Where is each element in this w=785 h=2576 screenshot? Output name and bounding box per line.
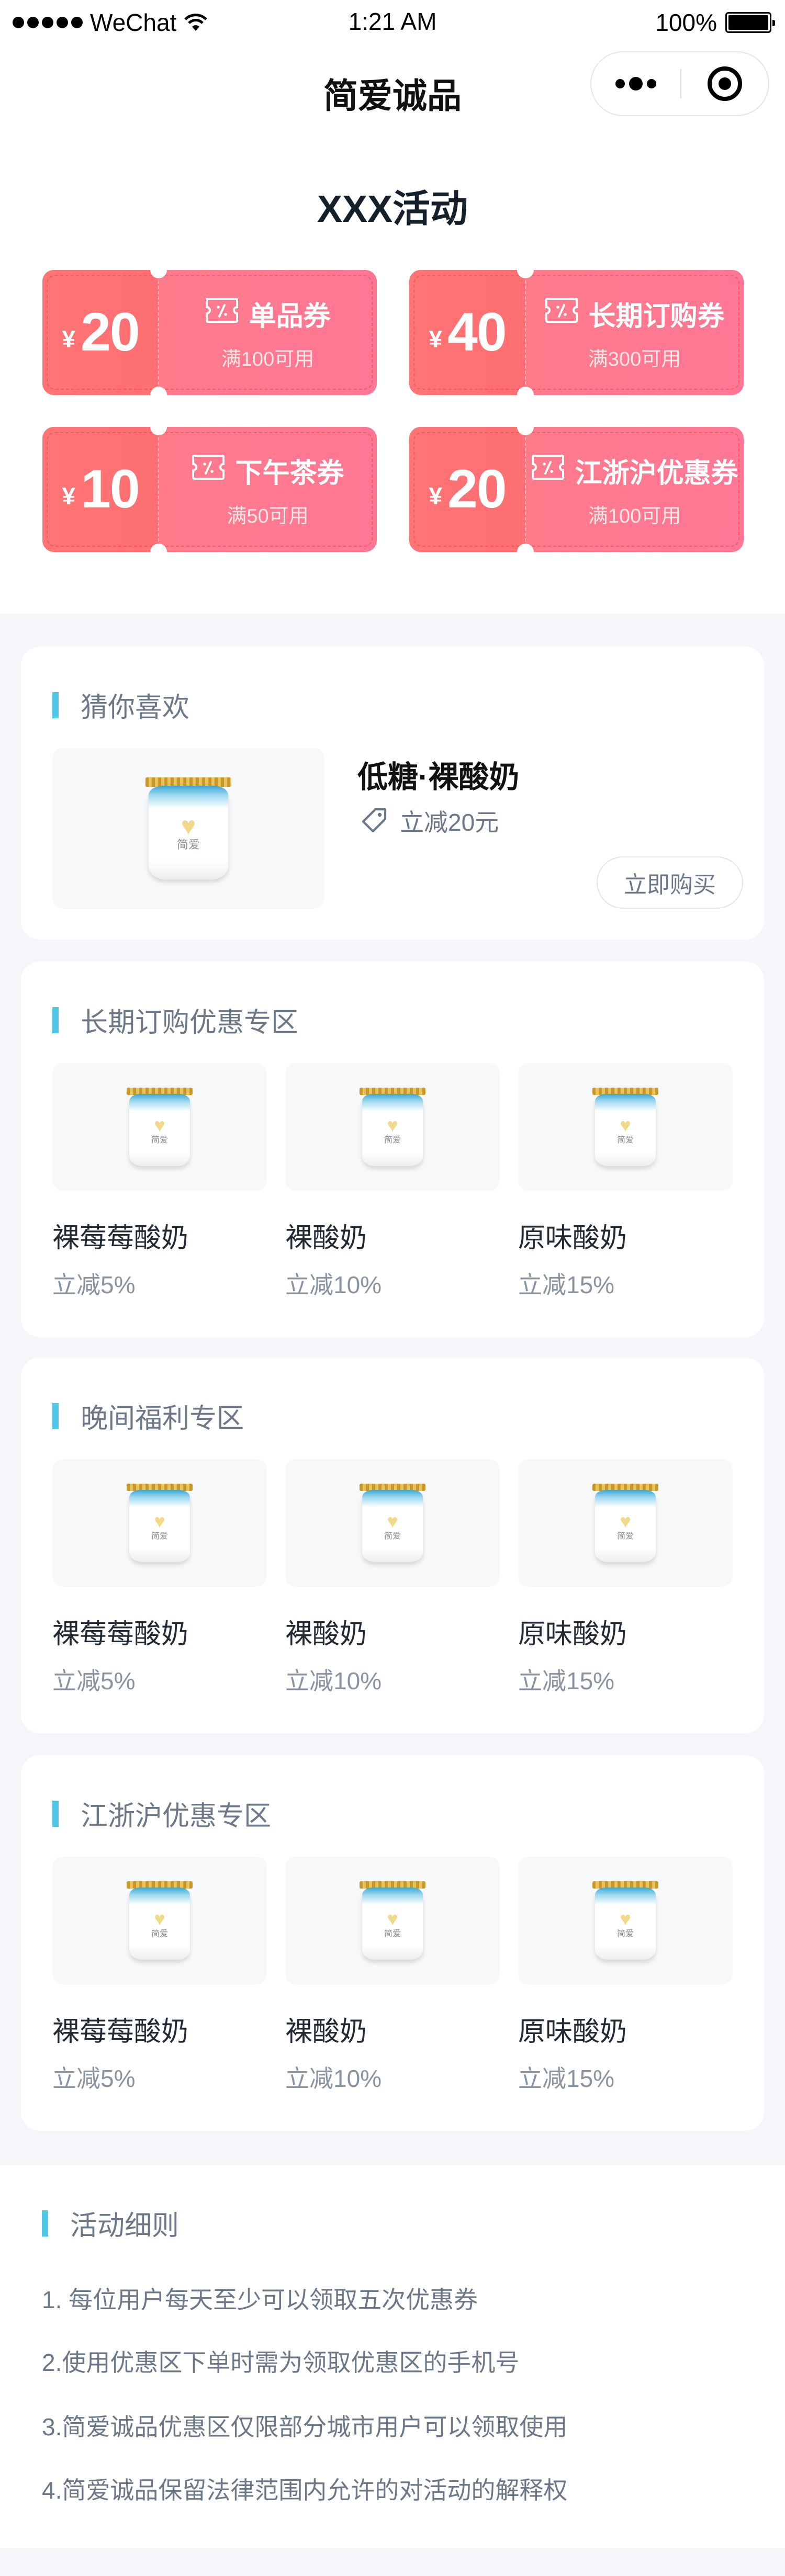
product-name[interactable]: 裸酸奶 [285,2009,367,2049]
promo-section-card: 晚间福利专区 ♥ 简爱 裸莓莓酸奶 立减5% ♥ 简爱 裸酸奶 立减10% ♥ 简爱 … [21,1358,764,1733]
title-accent-bar [52,1007,59,1033]
title-accent-bar [42,2210,48,2236]
coupon-card[interactable]: ¥40 长期订购券 满300可用 [409,270,744,395]
tag-icon [362,808,387,833]
product-discount: 立减15% [518,1271,615,1298]
coupon-condition: 满50可用 [227,505,309,527]
product-image[interactable]: ♥ 简爱 [52,1857,267,1984]
rules-section: 活动细则 1. 每位用户每天至少可以领取五次优惠券 2.使用优惠区下单时需为领取… [0,2165,785,2548]
section-title: 晚间福利专区 [52,1396,244,1436]
product-discount: 立减15% [518,2065,615,2092]
coupon-card[interactable]: ¥10 下午茶券 满50可用 [42,427,377,552]
buy-now-button[interactable]: 立即购买 [597,856,743,909]
close-button[interactable] [681,66,768,101]
product-image[interactable]: ♥ 简爱 [518,1857,733,1984]
product-name[interactable]: 低糖·裸酸奶 [357,752,519,796]
product-image[interactable]: ♥ 简爱 [52,1063,267,1191]
recommend-card: 猜你喜欢 ♥ 简爱 低糖·裸酸奶 立减20元 立即购买 [21,647,764,940]
rule-item: 2.使用优惠区下单时需为领取优惠区的手机号 [42,2349,520,2376]
rules-title-text: 活动细则 [70,2211,180,2241]
yogurt-jar-image: ♥ 简爱 [127,1484,193,1562]
battery-icon [725,12,775,33]
product-image[interactable]: ♥ 简爱 [285,1857,500,1984]
coupon-icon [531,454,565,488]
product-name[interactable]: 裸酸奶 [285,1612,367,1651]
yogurt-jar-image: ♥ 简爱 [360,1088,425,1166]
section-title: 江浙沪优惠专区 [52,1794,271,1833]
rule-item: 4.简爱诚品保留法律范围内允许的对活动的解释权 [42,2477,568,2504]
rule-item: 1. 每位用户每天至少可以领取五次优惠券 [42,2286,478,2313]
product-discount: 立减5% [52,2065,136,2092]
rule-item: 3.简爱诚品优惠区仅限部分城市用户可以领取使用 [42,2413,568,2441]
product-image[interactable]: ♥ 简爱 [518,1459,733,1587]
yogurt-jar-image: ♥ 简爱 [592,1881,658,1960]
coupon-card[interactable]: ¥20 单品券 满100可用 [42,270,377,395]
product-discount: 立减5% [52,1271,136,1298]
target-icon [708,66,742,101]
coupon-condition: 满100可用 [221,348,315,370]
coupon-icon [544,297,579,331]
yogurt-jar-image: ♥ 简爱 [592,1484,658,1562]
section-title: 长期订购优惠专区 [52,1000,298,1040]
promo-section-card: 江浙沪优惠专区 ♥ 简爱 裸莓莓酸奶 立减5% ♥ 简爱 裸酸奶 立减10% ♥ 简爱… [21,1755,764,2131]
yogurt-jar-image: ♥ 简爱 [127,1881,193,1960]
coupon-card[interactable]: ¥20 江浙沪优惠券 满100可用 [409,427,744,552]
coupon-name: 下午茶券 [235,458,344,489]
section-title-text: 江浙沪优惠专区 [81,1801,272,1832]
more-button[interactable] [591,77,680,91]
yogurt-jar-image: ♥ 简爱 [360,1484,425,1562]
product-image[interactable]: ♥ 简爱 [285,1459,500,1587]
product-image[interactable]: ♥ 简爱 [518,1063,733,1191]
coupon-icon [205,297,239,331]
section-title-text: 长期订购优惠专区 [81,1008,299,1038]
section-title: 猜你喜欢 [52,685,189,725]
promo-section-card: 长期订购优惠专区 ♥ 简爱 裸莓莓酸奶 立减5% ♥ 简爱 裸酸奶 立减10% ♥ 简… [21,962,764,1337]
coupon-name: 长期订购券 [588,301,725,332]
status-bar: WeChat 1:21 AM 100% [0,0,785,47]
title-accent-bar [52,692,59,718]
product-discount: 立减20元 [400,809,499,836]
more-icon [615,77,656,91]
coupon-name: 江浙沪优惠券 [575,458,738,489]
yogurt-jar-image: ♥ 简爱 [360,1881,425,1960]
product-discount: 立减10% [285,1271,382,1298]
coupon-condition: 满100可用 [588,505,681,527]
activity-title: XXX活动 [317,188,468,230]
mini-program-capsule [590,51,769,116]
coupon-condition: 满300可用 [588,348,681,370]
product-discount: 立减15% [518,1667,615,1694]
product-name[interactable]: 裸莓莓酸奶 [52,1216,188,1255]
coupon-icon [191,454,226,488]
product-name[interactable]: 原味酸奶 [518,1216,627,1255]
section-title-text: 猜你喜欢 [81,693,190,723]
product-name[interactable]: 原味酸奶 [518,1612,627,1651]
title-accent-bar [52,1800,59,1827]
rules-title: 活动细则 [42,2204,179,2243]
product-image[interactable]: ♥ 简爱 [52,748,324,909]
coupon-name: 单品券 [249,301,331,332]
yogurt-jar-image: ♥ 简爱 [127,1088,193,1166]
product-discount: 立减5% [52,1667,136,1694]
product-discount: 立减10% [285,1667,382,1694]
product-image[interactable]: ♥ 简爱 [52,1459,267,1587]
battery-percent: 100% [655,9,717,36]
product-name[interactable]: 裸酸奶 [285,1216,367,1255]
section-title-text: 晚间福利专区 [81,1404,244,1434]
yogurt-jar-image: ♥ 简爱 [145,777,232,879]
yogurt-jar-image: ♥ 简爱 [592,1088,658,1166]
title-accent-bar [52,1403,59,1429]
product-discount: 立减10% [285,2065,382,2092]
product-name[interactable]: 原味酸奶 [518,2009,627,2049]
product-name[interactable]: 裸莓莓酸奶 [52,1612,188,1651]
product-image[interactable]: ♥ 简爱 [285,1063,500,1191]
product-name[interactable]: 裸莓莓酸奶 [52,2009,188,2049]
